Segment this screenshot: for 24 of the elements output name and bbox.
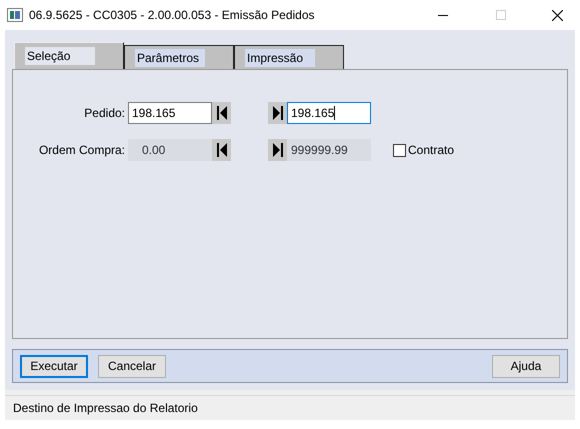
field-label: Pedido: bbox=[83, 105, 126, 122]
tab[interactable]: Impressão bbox=[234, 45, 344, 69]
skip-first-icon bbox=[216, 143, 226, 157]
last-button[interactable] bbox=[268, 102, 287, 124]
first-button[interactable] bbox=[212, 139, 231, 161]
tab[interactable]: Parâmetros bbox=[124, 45, 234, 69]
checkbox[interactable] bbox=[393, 144, 406, 156]
app-icon bbox=[7, 8, 23, 22]
checkbox-label: Contrato bbox=[408, 142, 454, 159]
close-icon[interactable] bbox=[552, 10, 563, 20]
first-button[interactable] bbox=[212, 102, 231, 124]
status-text: Destino de Impressao do Relatorio bbox=[13, 400, 198, 417]
skip-last-icon bbox=[272, 143, 282, 157]
skip-last-icon bbox=[272, 106, 282, 120]
skip-first-icon bbox=[216, 106, 226, 120]
input-field[interactable]: 198.165 bbox=[128, 102, 212, 124]
action-button[interactable]: Ajuda bbox=[492, 354, 560, 378]
action-button[interactable]: Cancelar bbox=[98, 354, 166, 378]
last-button[interactable] bbox=[268, 139, 287, 161]
input-field[interactable]: 198.165 bbox=[287, 102, 371, 124]
window-title: 06.9.5625 - CC0305 - 2.00.00.053 - Emissão Pedidos bbox=[29, 7, 315, 24]
field-label: Ordem Compra: bbox=[38, 142, 126, 159]
action-button[interactable]: Executar bbox=[20, 354, 88, 378]
tab[interactable]: Seleção bbox=[14, 42, 124, 69]
